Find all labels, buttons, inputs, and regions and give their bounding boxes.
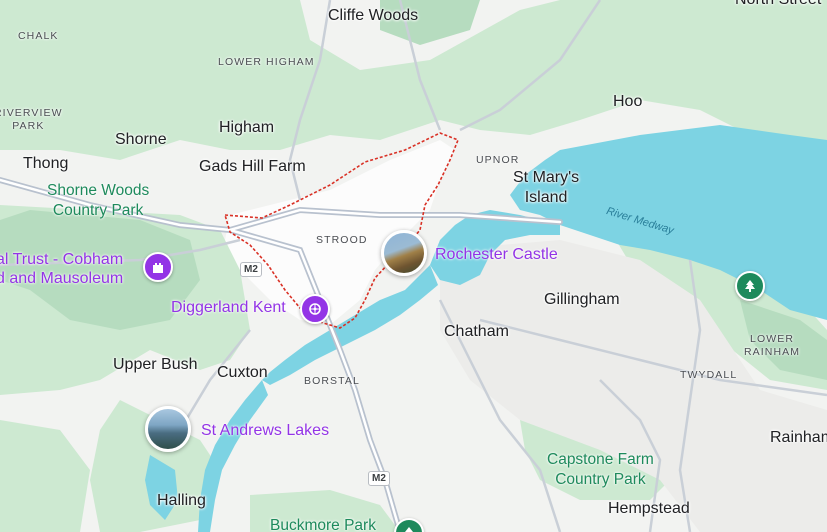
place-gillingham[interactable]: Gillingham [544, 292, 620, 308]
tree-icon[interactable] [735, 271, 765, 301]
amusement-park-icon[interactable] [300, 294, 330, 324]
place-cuxton[interactable]: Cuxton [217, 365, 268, 381]
place-thong[interactable]: Thong [23, 156, 68, 172]
m2-shield-south: M2 [368, 471, 390, 486]
st-andrews-lakes-photo-pin[interactable] [145, 406, 191, 452]
place-shorne[interactable]: Shorne [115, 132, 167, 148]
rochester-castle-photo-pin[interactable] [381, 230, 427, 276]
poi-cobham-mausoleum[interactable]: al Trust - Cobham d and Mausoleum [0, 250, 123, 288]
place-upnor[interactable]: UPNOR [476, 154, 519, 167]
place-borstal[interactable]: BORSTAL [304, 375, 360, 388]
place-chalk[interactable]: CHALK [18, 30, 59, 43]
place-higham[interactable]: Higham [219, 120, 274, 136]
place-st-marys-island[interactable]: St Mary's Island [513, 168, 579, 208]
place-strood[interactable]: STROOD [316, 234, 368, 247]
place-halling[interactable]: Halling [157, 493, 206, 509]
park-capstone-farm[interactable]: Capstone Farm Country Park [547, 450, 654, 490]
map-canvas[interactable]: Cliffe Woods North Street CHALK LOWER HI… [0, 0, 827, 532]
m2-shield-west: M2 [240, 262, 262, 277]
place-north-street[interactable]: North Street [735, 0, 821, 8]
place-rainham[interactable]: Rainham [770, 430, 827, 446]
place-chatham[interactable]: Chatham [444, 324, 509, 340]
poi-st-andrews-lakes[interactable]: St Andrews Lakes [201, 423, 329, 439]
place-gads-hill-farm[interactable]: Gads Hill Farm [199, 159, 306, 175]
place-lower-rainham[interactable]: LOWER RAINHAM [744, 333, 800, 359]
place-hempstead[interactable]: Hempstead [608, 501, 690, 517]
place-twydall[interactable]: TWYDALL [680, 369, 737, 382]
castle-icon[interactable] [143, 252, 173, 282]
park-shorne-woods[interactable]: Shorne Woods Country Park [47, 181, 149, 221]
place-cliffe-woods[interactable]: Cliffe Woods [328, 8, 418, 24]
poi-diggerland-kent[interactable]: Diggerland Kent [171, 300, 286, 316]
place-upper-bush[interactable]: Upper Bush [113, 357, 198, 373]
place-lower-higham[interactable]: LOWER HIGHAM [218, 56, 315, 69]
place-hoo[interactable]: Hoo [613, 94, 642, 110]
park-buckmore[interactable]: Buckmore Park [270, 516, 376, 532]
place-riverview-park[interactable]: RIVERVIEW PARK [0, 107, 63, 133]
poi-rochester-castle[interactable]: Rochester Castle [435, 247, 558, 263]
